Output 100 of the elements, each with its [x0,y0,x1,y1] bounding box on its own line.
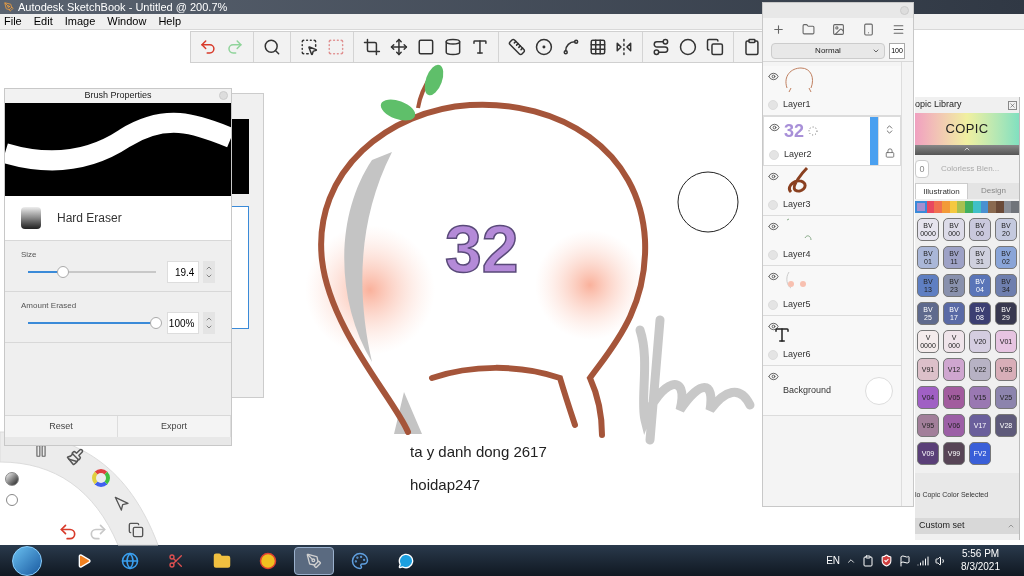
color-family-chip[interactable] [957,201,966,213]
slider-thumb[interactable] [56,266,69,278]
menu-item[interactable]: File [4,13,22,30]
spinner-button[interactable] [203,261,215,283]
brush-cursor-icon [677,171,739,233]
blender-swatch[interactable]: 0 [915,160,929,178]
value-field[interactable]: 19.4 [167,261,200,283]
lock-toggle[interactable] [768,250,778,260]
color-family-chip[interactable] [988,201,996,213]
lock-icon [884,148,895,159]
layer-name: Layer4 [783,247,812,261]
scissors-icon [168,552,184,569]
color-wheel-icon[interactable] [92,469,110,487]
color-family-chip[interactable] [926,201,935,213]
color-family-chip[interactable] [965,201,973,213]
menu-item[interactable]: Window [107,13,147,30]
circle-icon[interactable] [679,38,698,56]
symmetry-icon[interactable] [615,38,634,56]
color-family-chip[interactable] [942,201,950,213]
layer-row[interactable]: Layer3 [763,166,901,216]
lock-toggle[interactable] [768,100,778,110]
menu-item[interactable]: Image [64,13,96,30]
lock-toggle[interactable] [768,350,778,360]
add-layer-icon [771,22,785,36]
layer-row[interactable]: Layer6 [763,316,901,366]
pen-icon [306,552,322,569]
eye-icon[interactable] [767,171,779,182]
curve-icon[interactable] [561,38,580,56]
down-icon [205,272,214,280]
taskbar-button[interactable] [294,546,334,575]
color-family-chip[interactable] [995,201,1004,213]
color-family-chip[interactable] [934,201,943,213]
clock-time[interactable]: 5:56 PM [961,548,1000,561]
lettering-text: 32 [445,212,519,286]
media-player-icon [76,552,92,569]
square-icon[interactable] [417,38,436,56]
panel-button[interactable]: Export [118,416,231,437]
blender-name: Colorless Blen... [941,163,1000,175]
eye-icon[interactable] [767,371,779,382]
eye-icon[interactable] [768,122,780,133]
search-icon[interactable] [262,38,281,56]
eye-icon[interactable] [767,221,779,232]
slider-label: Amount Erased [21,300,78,312]
layer-row[interactable]: Background [763,366,901,416]
undo-icon[interactable] [199,38,217,56]
image-icon [831,22,845,36]
clipboard-icon[interactable] [743,38,761,56]
selection-icon[interactable] [299,38,318,56]
pause-icon [34,444,48,458]
pointer-icon [114,496,130,512]
menu-item[interactable]: Help [158,13,182,30]
color-family-chip[interactable] [1011,201,1019,213]
canvas-text: hoidap247 [410,475,481,495]
brush-icon [66,448,84,466]
grid-icon[interactable] [588,38,607,56]
slider-thumb[interactable] [150,317,162,329]
swatch-icon[interactable] [5,472,19,486]
ellipse-icon[interactable] [534,38,553,56]
spinner-button[interactable] [203,312,215,334]
color-family-chip[interactable] [1003,201,1012,213]
ruler-icon[interactable] [507,38,526,56]
eye-icon[interactable] [767,71,779,82]
text-icon[interactable] [471,38,489,56]
copic-logo: COPIC [915,113,1019,145]
layer-row[interactable]: Layer5 [763,266,901,316]
menu-item[interactable]: Edit [33,13,53,30]
layer-row[interactable]: Layer1 [763,66,901,116]
layer-name: Layer2 [784,147,813,161]
shapes-icon[interactable] [706,38,725,56]
up-icon [205,315,214,323]
panel-button[interactable]: Reset [5,416,118,437]
layer-row[interactable]: Layer4 [763,216,901,266]
lock-toggle[interactable] [769,150,779,160]
layer-thumbnail-text: 32 [784,122,805,140]
chat-icon [398,552,414,569]
crop-icon[interactable] [363,38,382,56]
color-family-chip[interactable] [980,201,989,213]
eye-icon[interactable] [767,271,779,282]
eye-icon[interactable] [767,321,779,332]
tray-flag-icon [899,554,912,567]
lock-toggle[interactable] [768,200,778,210]
layer-row[interactable]: 32 Layer2 [763,116,901,166]
reorder-icon [884,123,895,135]
device-icon [861,22,875,36]
language-indicator[interactable]: EN [826,553,841,568]
color-family-chip[interactable] [972,201,981,213]
clock-date[interactable]: 8/3/2021 [961,560,1000,573]
lock-toggle[interactable] [768,300,778,310]
blend-mode-dropdown[interactable]: Normal [771,42,885,59]
background-color-swatch[interactable] [865,376,893,405]
value-field[interactable]: 100% [167,312,200,334]
redo-icon [88,522,108,542]
color-family-chip[interactable] [915,201,927,213]
app-icon [4,2,14,12]
tab[interactable]: Illustration [915,183,968,199]
palette-icon [351,551,369,570]
move-icon[interactable] [390,38,409,56]
resize-grip[interactable] [5,437,231,445]
start-button[interactable] [12,545,42,576]
color-family-chip[interactable] [949,201,958,213]
